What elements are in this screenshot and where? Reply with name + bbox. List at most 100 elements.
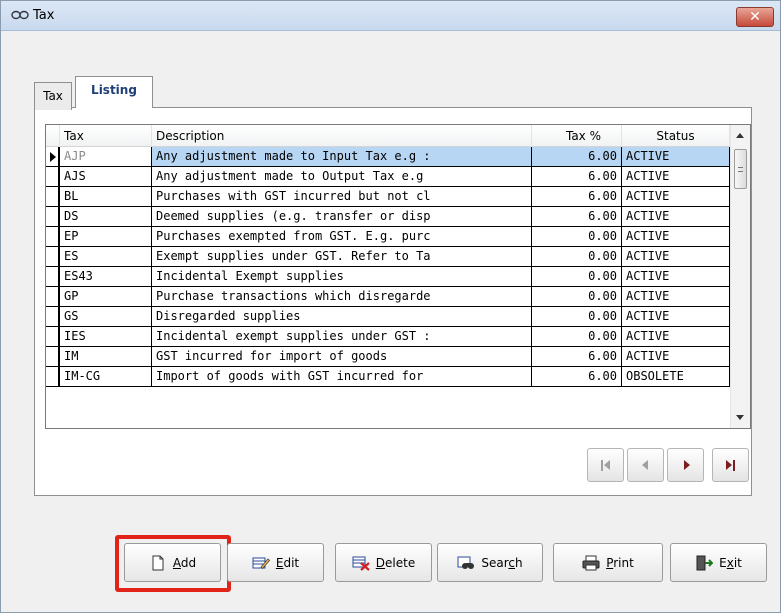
edit-button[interactable]: Edit xyxy=(227,543,324,582)
row-indicator[interactable] xyxy=(46,247,60,267)
cell-tax-percent[interactable]: 6.00 xyxy=(532,347,622,367)
cell-tax-code[interactable]: GP xyxy=(60,287,152,307)
cell-tax-percent[interactable]: 6.00 xyxy=(532,367,622,387)
row-indicator[interactable] xyxy=(46,227,60,247)
row-indicator[interactable] xyxy=(46,187,60,207)
column-header-tax[interactable]: Tax xyxy=(60,125,152,147)
close-icon: ✕ xyxy=(749,9,761,25)
cell-description[interactable]: Purchases exempted from GST. E.g. purc xyxy=(152,227,532,247)
row-indicator[interactable] xyxy=(46,287,60,307)
table-row[interactable]: EP Purchases exempted from GST. E.g. purc… xyxy=(46,227,730,247)
column-header-status[interactable]: Status xyxy=(622,125,730,147)
exit-button[interactable]: Exit xyxy=(670,543,767,582)
tab-tax[interactable]: Tax xyxy=(34,82,72,110)
cell-status[interactable]: ACTIVE xyxy=(622,187,730,207)
row-indicator[interactable] xyxy=(46,267,60,287)
cell-tax-code[interactable]: IM xyxy=(60,347,152,367)
search-label: Search xyxy=(481,555,523,570)
cell-description[interactable]: Incidental Exempt supplies xyxy=(152,267,532,287)
scroll-thumb[interactable] xyxy=(734,149,747,189)
row-indicator[interactable] xyxy=(46,347,60,367)
cell-tax-code[interactable]: AJP xyxy=(60,147,152,167)
cell-tax-percent[interactable]: 0.00 xyxy=(532,227,622,247)
cell-tax-percent[interactable]: 0.00 xyxy=(532,327,622,347)
add-button[interactable]: Add xyxy=(124,543,221,582)
title-bar[interactable]: Tax ✕ xyxy=(1,1,780,31)
cell-tax-percent[interactable]: 0.00 xyxy=(532,247,622,267)
next-record-button[interactable] xyxy=(667,448,704,482)
cell-status[interactable]: ACTIVE xyxy=(622,307,730,327)
row-indicator[interactable] xyxy=(46,167,60,187)
scroll-down-icon[interactable] xyxy=(736,415,744,420)
cell-status[interactable]: ACTIVE xyxy=(622,207,730,227)
binoculars-icon xyxy=(457,556,475,569)
table-row[interactable]: IES Incidental exempt supplies under GST … xyxy=(46,327,730,347)
cell-tax-percent[interactable]: 6.00 xyxy=(532,187,622,207)
cell-status[interactable]: ACTIVE xyxy=(622,167,730,187)
column-header-description[interactable]: Description xyxy=(152,125,532,147)
table-row[interactable]: IM-CG Import of goods with GST incurred f… xyxy=(46,367,730,387)
delete-button[interactable]: Delete xyxy=(335,543,432,582)
cell-tax-code[interactable]: IES xyxy=(60,327,152,347)
prev-record-button[interactable] xyxy=(627,448,664,482)
row-indicator[interactable] xyxy=(46,367,60,387)
row-indicator[interactable] xyxy=(46,147,60,167)
row-indicator[interactable] xyxy=(46,307,60,327)
cell-status[interactable]: ACTIVE xyxy=(622,247,730,267)
cell-status[interactable]: ACTIVE xyxy=(622,327,730,347)
cell-tax-code[interactable]: ES xyxy=(60,247,152,267)
search-button[interactable]: Search xyxy=(437,543,543,582)
table-row[interactable]: GS Disregarded supplies 0.00 ACTIVE xyxy=(46,307,730,327)
cell-status[interactable]: ACTIVE xyxy=(622,227,730,247)
cell-status[interactable]: ACTIVE xyxy=(622,347,730,367)
cell-description[interactable]: Deemed supplies (e.g. transfer or disp xyxy=(152,207,532,227)
cell-tax-percent[interactable]: 6.00 xyxy=(532,167,622,187)
tax-grid[interactable]: Tax Description Tax % Status AJP Any adju… xyxy=(45,124,751,429)
cell-status[interactable]: ACTIVE xyxy=(622,147,730,167)
cell-tax-code[interactable]: AJS xyxy=(60,167,152,187)
first-record-button[interactable] xyxy=(587,448,624,482)
cell-tax-code[interactable]: IM-CG xyxy=(60,367,152,387)
cell-description[interactable]: GST incurred for import of goods xyxy=(152,347,532,367)
cell-tax-code[interactable]: ES43 xyxy=(60,267,152,287)
grid-header: Tax Description Tax % Status xyxy=(46,125,730,147)
last-record-button[interactable] xyxy=(712,448,749,482)
cell-tax-code[interactable]: EP xyxy=(60,227,152,247)
cell-description[interactable]: Any adjustment made to Output Tax e.g xyxy=(152,167,532,187)
table-row[interactable]: BL Purchases with GST incurred but not cl… xyxy=(46,187,730,207)
cell-description[interactable]: Any adjustment made to Input Tax e.g : xyxy=(152,147,532,167)
table-row[interactable]: GP Purchase transactions which disregarde… xyxy=(46,287,730,307)
cell-description[interactable]: Purchase transactions which disregarde xyxy=(152,287,532,307)
cell-tax-percent[interactable]: 0.00 xyxy=(532,307,622,327)
grid-rows: AJP Any adjustment made to Input Tax e.g … xyxy=(46,147,730,387)
cell-tax-code[interactable]: DS xyxy=(60,207,152,227)
table-row[interactable]: IM GST incurred for import of goods 6.00 AC… xyxy=(46,347,730,367)
cell-tax-code[interactable]: BL xyxy=(60,187,152,207)
cell-description[interactable]: Disregarded supplies xyxy=(152,307,532,327)
cell-description[interactable]: Import of goods with GST incurred for xyxy=(152,367,532,387)
row-indicator[interactable] xyxy=(46,327,60,347)
cell-tax-code[interactable]: GS xyxy=(60,307,152,327)
cell-description[interactable]: Purchases with GST incurred but not cl xyxy=(152,187,532,207)
close-button[interactable]: ✕ xyxy=(736,7,774,27)
row-indicator[interactable] xyxy=(46,207,60,227)
cell-status[interactable]: OBSOLETE xyxy=(622,367,730,387)
vertical-scrollbar[interactable] xyxy=(730,125,750,428)
cell-tax-percent[interactable]: 0.00 xyxy=(532,287,622,307)
cell-tax-percent[interactable]: 6.00 xyxy=(532,207,622,227)
table-row[interactable]: AJP Any adjustment made to Input Tax e.g … xyxy=(46,147,730,167)
table-row[interactable]: ES43 Incidental Exempt supplies 0.00 ACTIVE xyxy=(46,267,730,287)
cell-description[interactable]: Exempt supplies under GST. Refer to Ta xyxy=(152,247,532,267)
scroll-up-icon[interactable] xyxy=(736,133,744,138)
cell-status[interactable]: ACTIVE xyxy=(622,287,730,307)
print-button[interactable]: Print xyxy=(553,543,663,582)
table-row[interactable]: AJS Any adjustment made to Output Tax e.g… xyxy=(46,167,730,187)
table-row[interactable]: ES Exempt supplies under GST. Refer to Ta… xyxy=(46,247,730,267)
cell-tax-percent[interactable]: 0.00 xyxy=(532,267,622,287)
table-row[interactable]: DS Deemed supplies (e.g. transfer or disp… xyxy=(46,207,730,227)
cell-tax-percent[interactable]: 6.00 xyxy=(532,147,622,167)
cell-description[interactable]: Incidental exempt supplies under GST : xyxy=(152,327,532,347)
column-header-tax-pct[interactable]: Tax % xyxy=(532,125,622,147)
tab-listing[interactable]: Listing xyxy=(75,76,153,108)
cell-status[interactable]: ACTIVE xyxy=(622,267,730,287)
